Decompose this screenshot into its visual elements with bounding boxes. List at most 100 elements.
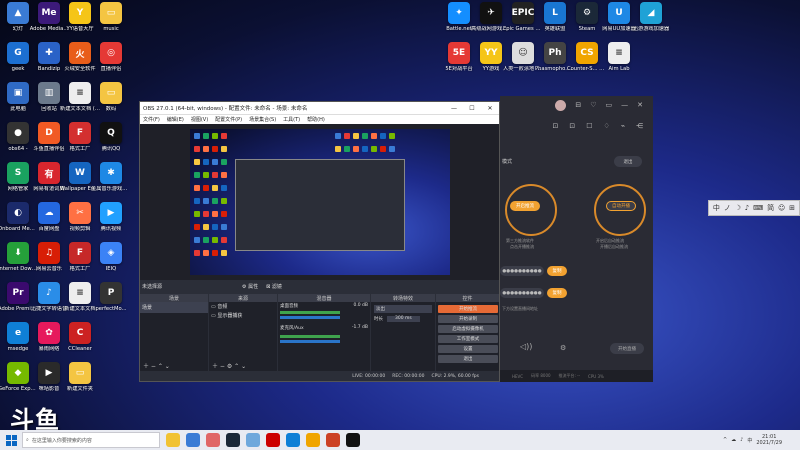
window-icon[interactable]: ▭ [606, 101, 613, 109]
source-label-audio: 音频 [217, 304, 228, 310]
desktop-icon[interactable]: Q 腾讯QQ [92, 122, 130, 152]
scene-controls[interactable]: ＋ − ⌃ ⌄ [143, 361, 170, 370]
desktop-icon[interactable]: ▭ music [92, 2, 130, 32]
taskbar-app-icon[interactable] [286, 433, 300, 447]
start-push-button[interactable]: 开启推流 [510, 201, 540, 211]
ime-item[interactable]: ノ [724, 203, 731, 213]
exit-mode-button[interactable]: 退出 [614, 156, 642, 167]
preview-mini-icon [194, 172, 200, 178]
menu-file[interactable]: 文件(F) [143, 116, 160, 123]
ime-item[interactable]: ♪ [745, 204, 749, 212]
minimize-button[interactable]: — [445, 105, 463, 112]
transition-select[interactable]: 淡出 [374, 305, 432, 313]
taskbar-app-icon[interactable] [206, 433, 220, 447]
share-icon[interactable]: ⋲ [636, 122, 643, 134]
server-field[interactable]: ●●●●●●●●●● [500, 288, 544, 298]
obs-titlebar[interactable]: OBS 27.0.1 (64-bit, windows) - 配置文件: 未命名… [140, 102, 499, 114]
taskbar-app-icon[interactable] [166, 433, 180, 447]
taskbar-app-icon[interactable] [266, 433, 280, 447]
maximize-button[interactable]: ☐ [463, 105, 481, 112]
tab-icon-4[interactable]: ♢ [604, 122, 610, 134]
start-recording-button[interactable]: 开始录制 [438, 315, 498, 323]
desktop-icon-label: Aim Lab [608, 66, 630, 72]
source-item-audio[interactable]: ▭ 音频 [209, 302, 277, 311]
desktop-icon[interactable]: ✱ 金属音乐游戏社区 [91, 162, 131, 192]
skin-icon[interactable]: ⊟ [575, 101, 581, 109]
taskbar-app-icon[interactable] [226, 433, 240, 447]
streaming-app-window[interactable]: ⊟ ♡ ▭ — ✕ ⊡ ⊡ ☐ ♢ ⌁ ⋲ 模式 退出 开启推流 第三方推流软件… [500, 96, 653, 382]
taskbar-search[interactable]: ⌕ 在这里输入你要搜索的内容 [22, 432, 160, 448]
close-button[interactable]: ✕ [481, 105, 499, 112]
desktop-icon[interactable]: ◢ 迅游游戏加速器 [632, 2, 670, 32]
obs-window[interactable]: OBS 27.0.1 (64-bit, windows) - 配置文件: 未命名… [139, 101, 500, 382]
desktop-icon[interactable]: ▭ 数码 [92, 82, 130, 112]
exit-button[interactable]: 退出 [438, 355, 498, 363]
mixer-slider-mic[interactable] [280, 340, 340, 343]
tray-ime-icon[interactable]: 中 [747, 437, 752, 444]
mixer-dock[interactable]: 桌面音频 0.0 dB 麦克风/Aux -1.7 dB [278, 302, 370, 372]
desktop-icon[interactable]: C CCleaner [61, 322, 99, 352]
ime-item[interactable]: ⊞ [789, 204, 795, 212]
minimize-icon[interactable]: — [621, 101, 628, 109]
desktop-icon[interactable]: ▶ 腾讯视频 [92, 202, 130, 232]
settings-icon[interactable]: ⚙ [560, 344, 566, 352]
menu-view[interactable]: 视图(V) [191, 116, 208, 123]
mic-icon[interactable]: ◁)) [520, 342, 532, 351]
tab-icon-2[interactable]: ⊡ [569, 122, 575, 134]
menu-tools[interactable]: 工具(T) [283, 116, 300, 123]
transitions-dock[interactable]: 淡出 时长 300 ms [371, 302, 435, 372]
scene-item[interactable]: 场景 [140, 302, 208, 313]
taskbar-app-icon[interactable] [186, 433, 200, 447]
start-virtual-camera-button[interactable]: 启动虚拟摄像机 [438, 325, 498, 333]
tray-volume-icon[interactable]: ♪ [740, 437, 743, 443]
sources-dock[interactable]: ▭ 音频 ▭ 显示器捕获 ＋ − ⚙ ⌃ ⌄ [209, 302, 277, 372]
studio-mode-button[interactable]: 工作室模式 [438, 335, 498, 343]
clock[interactable]: 21:01 2021/7/29 [756, 434, 782, 446]
tab-icon-3[interactable]: ☐ [586, 122, 592, 134]
filters-button[interactable]: ⊠ 滤镜 [266, 283, 282, 290]
ime-item[interactable]: ☺ [778, 204, 785, 212]
ime-item[interactable]: 中 [713, 203, 720, 213]
desktop-icon[interactable]: ◈ IEIQ [92, 242, 130, 272]
ime-item[interactable]: ☽ [735, 204, 741, 212]
obs-preview[interactable] [140, 124, 499, 280]
source-controls[interactable]: ＋ − ⚙ ⌃ ⌄ [212, 361, 246, 370]
menu-edit[interactable]: 编辑(E) [167, 116, 184, 123]
ime-item[interactable]: 简 [767, 203, 774, 213]
avatar[interactable] [555, 99, 567, 111]
menu-profile[interactable]: 配置文件(P) [215, 116, 242, 123]
favorite-icon[interactable]: ♡ [590, 101, 596, 109]
desktop-icon[interactable]: ◎ 直播伴侣 [92, 42, 130, 72]
source-item-display[interactable]: ▭ 显示器捕获 [209, 311, 277, 320]
copy-key-button[interactable]: 复制 [547, 266, 567, 276]
duration-input[interactable]: 300 ms [387, 316, 420, 322]
desktop-icon[interactable]: ▭ 新建文件夹 [61, 362, 99, 392]
desktop-icon[interactable]: ≡ Aim Lab [600, 42, 638, 72]
properties-button[interactable]: ⚙ 属性 [242, 283, 258, 290]
start-button[interactable] [0, 430, 22, 450]
tray-overflow-icon[interactable]: ^ [723, 437, 727, 443]
controls-dock[interactable]: 开始推流 开始录制 启动虚拟摄像机 工作室模式 设置 退出 [436, 302, 499, 372]
start-streaming-button[interactable]: 开始推流 [438, 305, 498, 313]
copy-server-button[interactable]: 复制 [547, 288, 567, 298]
tab-icon-1[interactable]: ⊡ [552, 122, 558, 134]
tab-icon-5[interactable]: ⌁ [621, 122, 625, 134]
menu-help[interactable]: 帮助(H) [307, 116, 325, 123]
desktop-icon[interactable]: PperfectMo... [92, 282, 130, 312]
auto-start-button[interactable]: 自动开播 [606, 201, 636, 211]
app-icon: ✚ [38, 42, 60, 64]
taskbar-app-icon[interactable] [346, 433, 360, 447]
tray-network-icon[interactable]: ☁ [731, 437, 736, 443]
scenes-dock[interactable]: 场景 ＋ − ⌃ ⌄ [140, 302, 208, 372]
settings-button[interactable]: 设置 [438, 345, 498, 353]
menu-scene-collection[interactable]: 场景集合(S) [249, 116, 276, 123]
ime-item[interactable]: ⌨ [753, 204, 763, 212]
stream-key-field[interactable]: ●●●●●●●●●● [500, 266, 544, 276]
close-icon[interactable]: ✕ [637, 101, 643, 109]
mixer-slider-desktop[interactable] [280, 316, 340, 319]
taskbar-app-icon[interactable] [246, 433, 260, 447]
ime-toolbar[interactable]: 中ノ ☽ ♪ ⌨ 简 ☺ ⊞ [708, 200, 800, 216]
taskbar-app-icon[interactable] [326, 433, 340, 447]
start-live-button[interactable]: 开始直播 [610, 343, 644, 354]
taskbar-app-icon[interactable] [306, 433, 320, 447]
